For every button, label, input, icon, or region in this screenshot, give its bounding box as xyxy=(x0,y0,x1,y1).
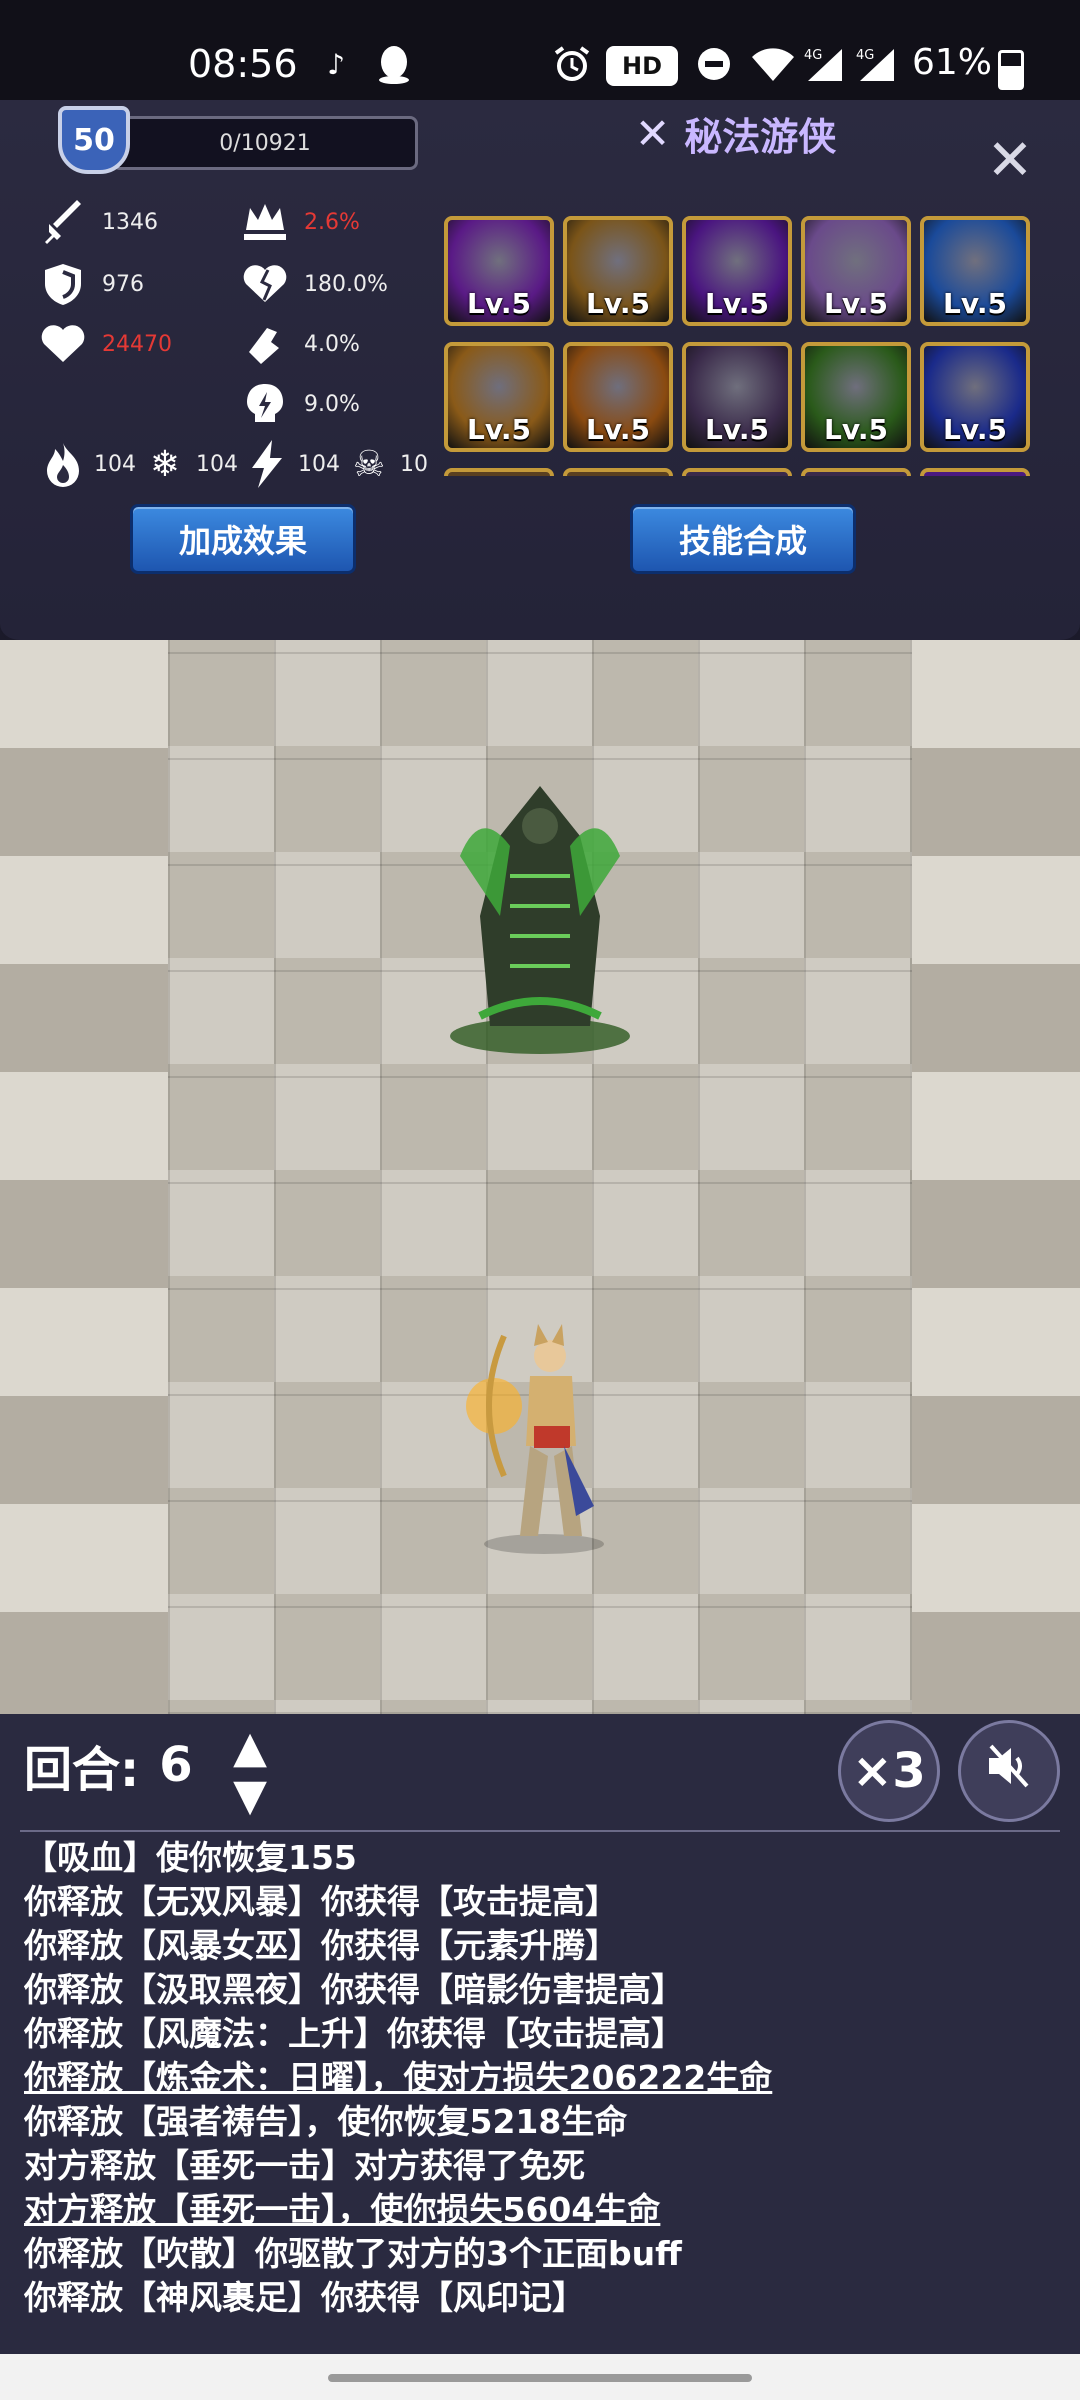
tiktok-icon: ♪ xyxy=(327,47,345,81)
log-line: 【吸血】使你恢复155 xyxy=(24,1838,357,1877)
battery-icon xyxy=(998,50,1024,90)
status-time: 08:56 xyxy=(188,42,298,86)
skill-slot-9[interactable]: Lv.5 xyxy=(801,342,911,452)
left-wall xyxy=(0,640,168,1714)
skill-slot-2[interactable]: Lv.5 xyxy=(563,216,673,326)
svg-text:4G: 4G xyxy=(804,48,822,63)
level-badge: 50 xyxy=(58,106,130,174)
skill-slot-4[interactable]: Lv.5 xyxy=(801,216,911,326)
hd-voice-icon: HD xyxy=(606,46,678,86)
skill-slot-12[interactable] xyxy=(563,468,673,476)
shield-icon xyxy=(38,262,88,306)
close-button[interactable]: ✕ xyxy=(980,128,1040,193)
log-line: 你释放【无双风暴】你获得【攻击提高】 xyxy=(24,1882,618,1921)
speaker-muted-icon xyxy=(985,1744,1033,1798)
stat-fire: 104 xyxy=(38,442,136,487)
log-line: 你释放【强者祷告】，使你恢复5218生命 xyxy=(24,2102,628,2141)
stat-lightning: 104 xyxy=(242,440,340,488)
round-label: 回合: xyxy=(24,1742,140,1798)
log-line: 你释放【神风裹足】你获得【风印记】 xyxy=(24,2278,585,2317)
signal-4g-icon: 4G xyxy=(800,44,848,84)
dnd-icon xyxy=(694,44,734,84)
skill-grid: Lv.5 Lv.5 Lv.5 Lv.5 Lv.5 Lv.5 Lv.5 Lv.5 … xyxy=(444,216,1034,476)
signal-4g-icon-2: 4G xyxy=(852,44,900,84)
class-title: ✕ 秘法游侠 xyxy=(635,106,836,161)
log-line: 对方释放【垂死一击】对方获得了免死 xyxy=(24,2146,585,2185)
broken-heart-icon xyxy=(240,262,290,306)
stat-dodge: 9.0% xyxy=(240,382,360,426)
lightning-icon xyxy=(242,440,292,488)
battery-percent: 61% xyxy=(912,42,993,83)
stat-attack: 1346 xyxy=(38,200,158,244)
skill-slot-6[interactable]: Lv.5 xyxy=(444,342,554,452)
status-bar: 08:56 ♪ HD 4G 4G 61% xyxy=(0,0,1080,100)
skill-synthesis-button[interactable]: 技能合成 xyxy=(630,504,856,574)
log-divider xyxy=(20,1830,1060,1832)
fist-icon xyxy=(240,322,290,366)
down-arrow-icon[interactable]: ▼ xyxy=(233,1772,267,1820)
sword-icon xyxy=(38,200,88,244)
round-value: 6 xyxy=(159,1737,193,1793)
skill-slot-10[interactable]: Lv.5 xyxy=(920,342,1030,452)
bonus-effect-button[interactable]: 加成效果 xyxy=(130,504,356,574)
round-counter: 回合: 6 xyxy=(24,1730,193,1800)
svg-text:4G: 4G xyxy=(856,48,874,63)
skill-slot-3[interactable]: Lv.5 xyxy=(682,216,792,326)
skill-slot-5[interactable]: Lv.5 xyxy=(920,216,1030,326)
skill-slot-1[interactable]: Lv.5 xyxy=(444,216,554,326)
log-line: 你释放【炼金术：日曜】，使对方损失206222生命 xyxy=(24,2058,773,2097)
stat-defense: 976 xyxy=(38,262,144,306)
stat-hit: 4.0% xyxy=(240,322,360,366)
snowflake-icon: ❄ xyxy=(149,443,181,485)
stat-crit: 2.6% xyxy=(240,200,360,244)
up-arrow-icon[interactable]: ▲ xyxy=(233,1724,267,1772)
crown-icon xyxy=(240,200,290,244)
log-line: 你释放【风魔法：上升】你获得【攻击提高】 xyxy=(24,2014,684,2053)
log-line: 对方释放【垂死一击】，使你损失5604生命 xyxy=(24,2190,661,2229)
alarm-icon xyxy=(552,44,592,84)
stat-hp: 24470 xyxy=(38,322,172,366)
xp-bar: 0/10921 xyxy=(112,116,418,170)
battle-log[interactable]: 【吸血】使你恢复155 你释放【无双风暴】你获得【攻击提高】 你释放【风暴女巫】… xyxy=(24,1836,1064,2356)
log-line: 你释放【汲取黑夜】你获得【暗影伤害提高】 xyxy=(24,1970,684,2009)
skill-slot-7[interactable]: Lv.5 xyxy=(563,342,673,452)
skill-slot-14[interactable] xyxy=(801,468,911,476)
skill-slot-15[interactable] xyxy=(920,468,1030,476)
skill-slot-11[interactable] xyxy=(444,468,554,476)
mute-button[interactable] xyxy=(958,1720,1060,1822)
battlefield xyxy=(0,640,1080,1714)
right-wall xyxy=(912,640,1080,1714)
enemy-lich-sprite xyxy=(450,786,630,1054)
log-line: 你释放【风暴女巫】你获得【元素升腾】 xyxy=(24,1926,618,1965)
stat-ice: ❄ 104 xyxy=(140,442,238,486)
stat-poison: ☠ 10 xyxy=(344,442,428,486)
qq-icon xyxy=(374,44,414,84)
class-name: 秘法游侠 xyxy=(684,115,837,159)
speed-button[interactable]: ×3 xyxy=(838,1720,940,1822)
hero-archer-sprite xyxy=(466,1324,604,1554)
gesture-handle[interactable] xyxy=(328,2374,752,2382)
round-stepper[interactable]: ▲ ▼ xyxy=(222,1722,278,1822)
stat-crit-damage: 180.0% xyxy=(240,262,388,306)
skull-lightning-icon xyxy=(240,382,290,426)
skull-crossbones-icon: ☠ xyxy=(352,443,386,485)
crossed-swords-icon: ✕ xyxy=(635,109,671,158)
skill-slot-13[interactable] xyxy=(682,468,792,476)
heart-icon xyxy=(38,322,88,366)
wifi-icon xyxy=(750,44,796,84)
log-line: 你释放【吹散】你驱散了对方的3个正面buff xyxy=(24,2234,682,2273)
fire-icon xyxy=(38,442,88,487)
skill-slot-8[interactable]: Lv.5 xyxy=(682,342,792,452)
